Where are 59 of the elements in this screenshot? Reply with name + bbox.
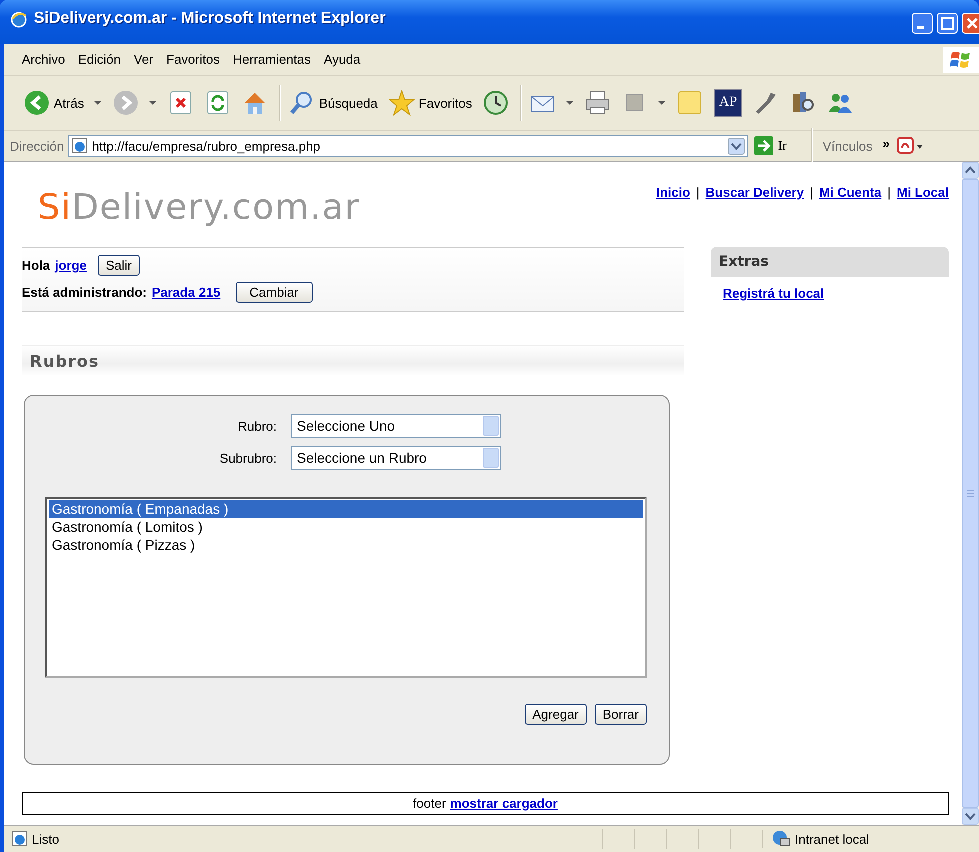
admin-label: Está administrando: (22, 285, 147, 300)
go-button[interactable]: Ir (754, 136, 787, 156)
footer-link[interactable]: mostrar cargador (450, 796, 558, 811)
list-item[interactable]: Gastronomía ( Pizzas ) (49, 536, 643, 554)
extras-header: Extras (711, 247, 949, 277)
maximize-button[interactable] (937, 13, 958, 34)
footer-text: footer (413, 796, 446, 811)
status-text: Listo (32, 832, 60, 846)
favorites-button[interactable]: Favoritos (384, 88, 476, 118)
add-button[interactable]: Agregar (524, 704, 587, 725)
page-icon (72, 138, 88, 154)
greeting-label: Hola (22, 258, 50, 273)
section-header: Rubros (22, 345, 684, 376)
dropdown-icon[interactable] (728, 138, 746, 154)
zone-text: Intranet local (795, 832, 870, 846)
windows-flag-icon (943, 46, 979, 72)
dropdown[interactable]: Seleccione un Rubro (291, 446, 501, 470)
menu-item[interactable]: Ayuda (324, 52, 370, 67)
delete-button[interactable]: Borrar (594, 704, 647, 725)
list-item[interactable]: Gastronomía ( Empanadas ) (49, 500, 643, 518)
scroll-down-button[interactable] (962, 808, 979, 825)
list-box[interactable]: Gastronomía ( Empanadas ) Gastronomía ( Lomitos ) Gastronomía ( Pizzas ) (45, 497, 647, 678)
network-icon (771, 830, 791, 848)
minimize-button[interactable] (912, 13, 933, 34)
close-button[interactable] (962, 13, 979, 34)
list-item[interactable]: Gastronomía ( Lomitos ) (49, 518, 643, 536)
menu-item[interactable]: Herramientas (232, 52, 320, 67)
nav-link[interactable]: Mi Cuenta (819, 185, 882, 200)
more-button[interactable]: » (882, 136, 890, 150)
site-logo: Si Delivery.com.ar (38, 187, 360, 230)
user-link[interactable]: jorge (55, 258, 87, 273)
menu-item[interactable]: Edición (78, 52, 130, 67)
menu-item[interactable]: Archivo (22, 52, 74, 67)
address-field[interactable]: http://facu/empresa/rubro_empresa.php (68, 135, 748, 157)
menu-item[interactable]: Ver (134, 52, 163, 67)
pdf-icon[interactable] (896, 136, 924, 156)
store-link[interactable]: Parada 215 (152, 285, 221, 300)
logout-button[interactable]: Salir (98, 255, 140, 276)
scroll-up-button[interactable] (962, 162, 979, 179)
window-title: SiDelivery.com.ar - Microsoft Internet Explorer (34, 10, 386, 28)
field-label: Subrubro: (218, 450, 277, 466)
page-icon (12, 831, 28, 847)
star-icon (388, 90, 415, 116)
field-label: Rubro: (236, 418, 277, 434)
nav-link[interactable]: Mi Local (896, 185, 949, 200)
links-label[interactable]: Vínculos (822, 138, 873, 154)
extras-link[interactable]: Registrá tu local (723, 286, 824, 301)
change-button[interactable]: Cambiar (236, 282, 313, 303)
nav-link[interactable]: Inicio (656, 185, 690, 200)
address-label: Dirección (10, 138, 64, 154)
menu-item[interactable]: Favoritos (166, 52, 229, 67)
separator: | (810, 185, 814, 200)
browser-icon (10, 10, 28, 28)
separator: | (888, 185, 891, 200)
separator: | (696, 185, 700, 200)
nav-link[interactable]: Buscar Delivery (706, 185, 804, 200)
search-button[interactable]: Búsqueda (285, 88, 382, 118)
back-button[interactable]: Atrás (20, 88, 106, 118)
dropdown[interactable]: Seleccione Uno (291, 414, 501, 438)
